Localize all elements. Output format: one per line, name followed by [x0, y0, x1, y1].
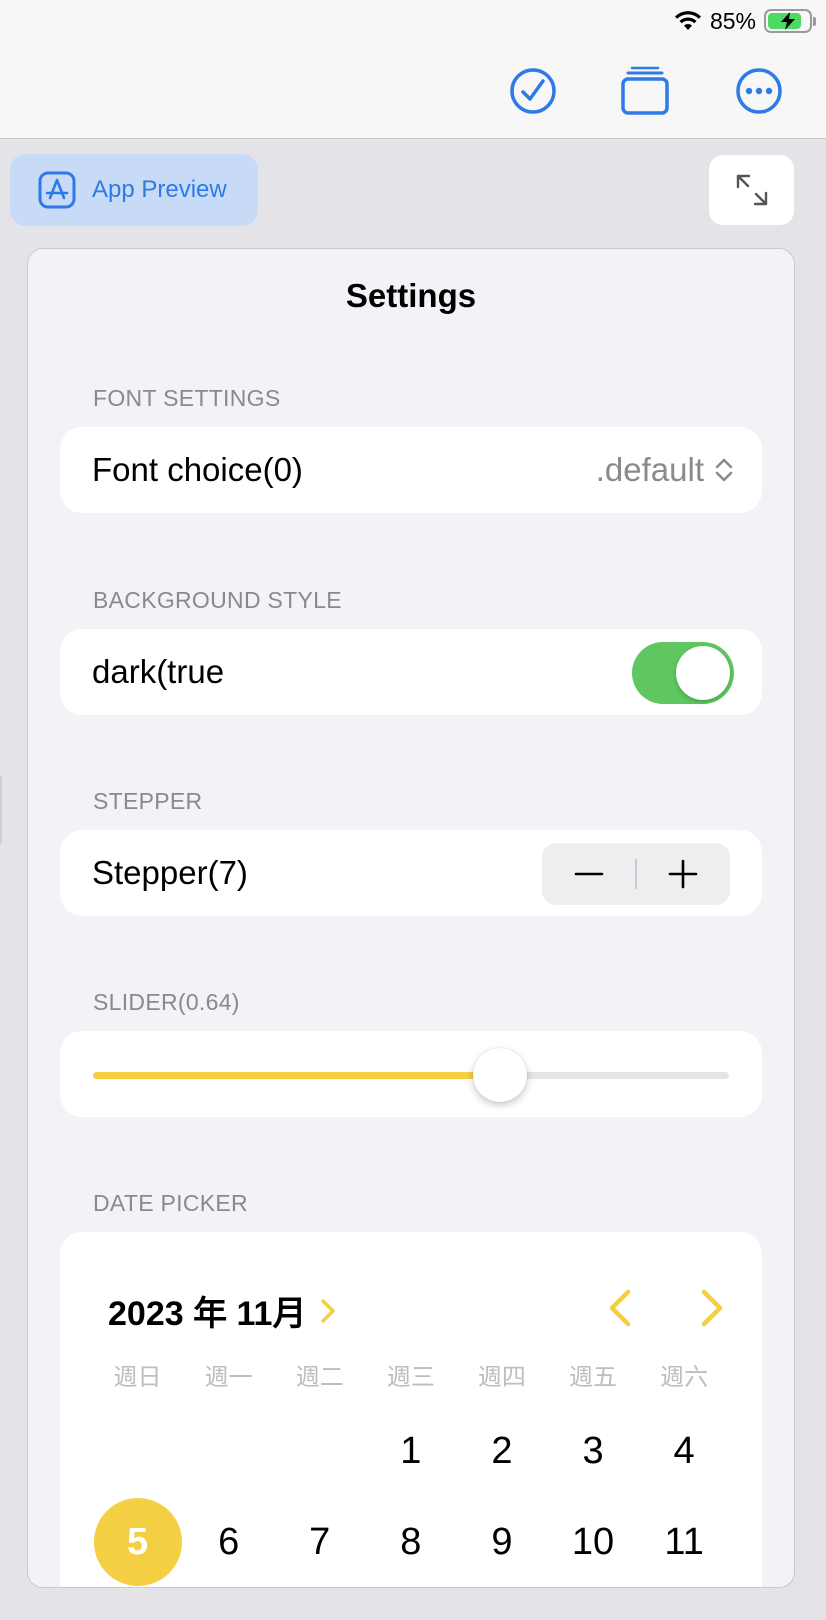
calendar-day[interactable]: 6: [183, 1498, 274, 1586]
calendar-day[interactable]: 11: [639, 1498, 730, 1586]
chevron-right-icon: [701, 1289, 723, 1327]
battery-cap: [813, 16, 816, 26]
calendar-day[interactable]: 2: [456, 1407, 547, 1495]
calendar-day[interactable]: 7: [274, 1498, 365, 1586]
slider-track[interactable]: [93, 1048, 729, 1102]
weekday-label: 週四: [477, 1364, 526, 1391]
dark-mode-toggle[interactable]: [632, 642, 734, 704]
selected-day-label: 5: [93, 1498, 182, 1586]
font-choice-label: Font choice(0): [92, 451, 303, 488]
wifi-icon: [674, 11, 701, 30]
month-year-label: 2023 年 11月: [108, 1295, 307, 1333]
quantity-stepper: [542, 843, 730, 905]
minus-icon: [574, 872, 604, 876]
expand-button[interactable]: [709, 155, 794, 225]
date-picker: 2023 年 11月 週日 週一 週二 週三 週四 週五 週六 1 2 3 4 …: [60, 1232, 762, 1587]
weekday-label: 週一: [204, 1364, 253, 1391]
battery-icon: [764, 9, 812, 33]
app-preview-button[interactable]: App Preview: [10, 154, 258, 226]
calendar-day-selected[interactable]: 5: [92, 1498, 183, 1586]
more-circle-icon[interactable]: [734, 66, 784, 116]
section-header-background: BACKGROUND STYLE: [93, 587, 342, 613]
calendar-week: 5 6 7 8 9 10 11: [92, 1498, 730, 1586]
weekday-label: 週六: [660, 1364, 709, 1391]
chevron-right-icon: [321, 1298, 336, 1323]
chevron-left-icon: [609, 1289, 631, 1327]
font-choice-picker[interactable]: .default: [596, 451, 734, 489]
expand-arrows-icon: [736, 174, 767, 206]
page-title: Settings: [345, 277, 477, 314]
status-bar: 85%: [674, 6, 816, 36]
previous-month-button[interactable]: [600, 1286, 640, 1330]
calendar-day[interactable]: 10: [547, 1498, 638, 1586]
calendar-day[interactable]: 8: [365, 1498, 456, 1586]
section-header-slider: SLIDER(0.64): [93, 989, 240, 1015]
calendar-day[interactable]: 9: [456, 1498, 547, 1586]
calendar-week: 1 2 3 4: [92, 1407, 730, 1495]
app-preview-label: App Preview: [92, 176, 227, 203]
side-edge-handle: [0, 776, 2, 844]
slider-fill: [93, 1072, 501, 1079]
slider-thumb[interactable]: [473, 1048, 528, 1102]
calendar-day: [274, 1407, 365, 1495]
stepper-row: Stepper(7): [60, 830, 762, 916]
battery-percentage: 85%: [709, 7, 756, 34]
calendar-day[interactable]: 4: [639, 1407, 730, 1495]
top-toolbar: 85%: [0, 0, 826, 139]
dark-mode-label: dark(true: [92, 653, 225, 690]
calendar-day[interactable]: 3: [547, 1407, 638, 1495]
weekday-label: 週五: [569, 1364, 618, 1391]
next-month-button[interactable]: [692, 1286, 732, 1330]
stepper-label: Stepper(7): [92, 854, 248, 891]
settings-sheet: Settings FONT SETTINGS Font choice(0) .d…: [27, 248, 795, 1588]
calendar-day[interactable]: 1: [365, 1407, 456, 1495]
charging-bolt-icon: [781, 12, 795, 30]
weekday-label: 週日: [113, 1364, 162, 1391]
app-store-icon: [38, 171, 76, 209]
section-header-font: FONT SETTINGS: [93, 385, 281, 411]
stepper-decrement-button[interactable]: [542, 843, 636, 905]
font-choice-value: .default: [595, 451, 704, 488]
section-header-date-picker: DATE PICKER: [93, 1190, 248, 1216]
section-header-stepper: STEPPER: [93, 788, 203, 814]
slider-row: [60, 1031, 762, 1117]
dark-mode-row: dark(true: [60, 629, 762, 715]
chevron-up-down-icon: [715, 458, 733, 482]
font-choice-row[interactable]: Font choice(0) .default: [60, 427, 762, 513]
calendar-day: [183, 1407, 274, 1495]
weekday-label: 週三: [386, 1364, 435, 1391]
plus-icon: [668, 859, 698, 889]
weekday-header: 週日 週一 週二 週三 週四 週五 週六: [92, 1357, 730, 1392]
weekday-label: 週二: [295, 1364, 344, 1391]
calendar-day: [92, 1407, 183, 1495]
checkmark-circle-icon[interactable]: [508, 66, 558, 116]
month-year-button[interactable]: 2023 年 11月: [108, 1286, 336, 1335]
stepper-increment-button[interactable]: [636, 843, 730, 905]
toggle-knob: [676, 646, 730, 700]
stack-icon[interactable]: [620, 66, 670, 116]
